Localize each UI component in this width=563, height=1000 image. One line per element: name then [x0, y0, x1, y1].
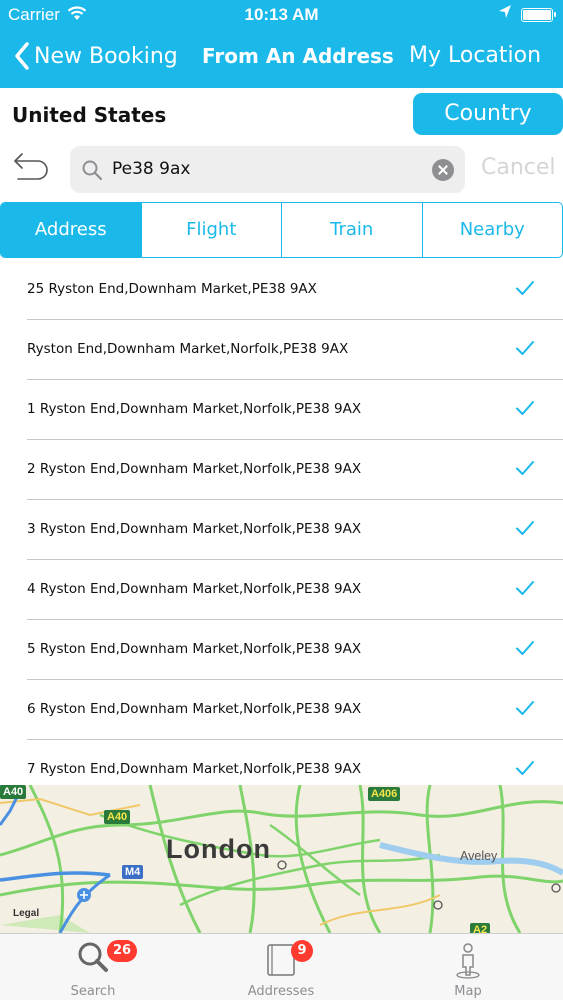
clear-search-icon[interactable] — [432, 159, 454, 181]
list-item-label: 7 Ryston End,Downham Market,Norfolk,PE38… — [27, 761, 362, 777]
road-label: A40 — [104, 810, 131, 824]
list-item[interactable]: 4 Ryston End,Downham Market,Norfolk,PE38… — [27, 560, 563, 620]
tab-nearby[interactable]: Nearby — [421, 203, 563, 257]
checkmark-icon — [515, 640, 535, 660]
list-item-label: 4 Ryston End,Downham Market,Norfolk,PE38… — [27, 581, 362, 597]
list-item[interactable]: 25 Ryston End,Downham Market,PE38 9AX — [27, 260, 563, 320]
nav-title[interactable]: From An Address — [202, 44, 394, 68]
list-item[interactable]: 5 Ryston End,Downham Market,Norfolk,PE38… — [27, 620, 563, 680]
road-label: A406 — [368, 787, 401, 801]
chevron-left-icon — [15, 42, 29, 70]
undo-icon[interactable] — [12, 151, 50, 189]
list-item[interactable]: 3 Ryston End,Downham Market,Norfolk,PE38… — [27, 500, 563, 560]
list-item-label: Ryston End,Downham Market,Norfolk,PE38 9… — [27, 341, 349, 357]
tab-bar-map[interactable]: Map — [398, 934, 538, 1000]
status-time: 10:13 AM — [244, 5, 319, 24]
checkmark-icon — [515, 520, 535, 540]
road-label: A40 — [0, 785, 27, 799]
checkmark-icon — [515, 460, 535, 480]
location-arrow-icon — [498, 4, 512, 25]
list-item[interactable]: 6 Ryston End,Downham Market,Norfolk,PE38… — [27, 680, 563, 740]
country-button[interactable]: Country — [413, 93, 563, 135]
list-item-label: 6 Ryston End,Downham Market,Norfolk,PE38… — [27, 701, 362, 717]
list-item[interactable]: 1 Ryston End,Downham Market,Norfolk,PE38… — [27, 380, 563, 440]
list-item-label: 1 Ryston End,Downham Market,Norfolk,PE38… — [27, 401, 362, 417]
country-label: United States — [12, 103, 167, 127]
back-button[interactable]: New Booking — [14, 42, 178, 70]
search-icon — [76, 940, 110, 978]
map-legal-link[interactable]: Legal — [13, 908, 39, 919]
road-label: A2 — [470, 923, 491, 933]
road-label: M4 — [122, 865, 144, 879]
tab-flight[interactable]: Flight — [140, 203, 282, 257]
tab-bar-addresses[interactable]: 9 Addresses — [211, 934, 351, 1000]
checkmark-icon — [515, 760, 535, 780]
checkmark-icon — [515, 340, 535, 360]
nav-bar: New Booking From An Address My Location — [0, 30, 563, 88]
search-input-value[interactable]: Pe38 9ax — [112, 159, 190, 179]
checkmark-icon — [515, 400, 535, 420]
list-item-label: 5 Ryston End,Downham Market,Norfolk,PE38… — [27, 641, 362, 657]
tab-bar-addresses-label: Addresses — [247, 984, 315, 999]
battery-icon — [521, 8, 556, 22]
list-item[interactable]: 7 Ryston End,Downham Market,Norfolk,PE38… — [27, 740, 563, 785]
list-item-label: 25 Ryston End,Downham Market,PE38 9AX — [27, 281, 317, 297]
tab-address[interactable]: Address — [1, 203, 141, 257]
list-item[interactable]: 2 Ryston End,Downham Market,Norfolk,PE38… — [27, 440, 563, 500]
search-icon — [81, 159, 103, 185]
search-field[interactable]: Pe38 9ax — [70, 146, 465, 193]
status-bar: Carrier 10:13 AM — [0, 0, 563, 30]
list-item-label: 3 Ryston End,Downham Market,Norfolk,PE38… — [27, 521, 362, 537]
checkmark-icon — [515, 280, 535, 300]
checkmark-icon — [515, 700, 535, 720]
tab-bar-search[interactable]: 26 Search — [23, 934, 163, 1000]
addresses-badge: 9 — [291, 940, 313, 962]
my-location-button[interactable]: My Location — [409, 43, 541, 68]
checkmark-icon — [515, 580, 535, 600]
top-bar: Carrier 10:13 AM New Booking From An Add… — [0, 0, 563, 88]
map-town-label: Aveley — [460, 849, 498, 863]
map-view[interactable]: A40 A40 A406 M4 A2 London Aveley Legal — [0, 785, 563, 933]
list-item[interactable]: Ryston End,Downham Market,Norfolk,PE38 9… — [27, 320, 563, 380]
address-results-list: 25 Ryston End,Downham Market,PE38 9AX Ry… — [0, 260, 563, 785]
tab-train[interactable]: Train — [281, 203, 422, 257]
back-button-label: New Booking — [34, 43, 178, 69]
map-pin-person-icon — [453, 942, 483, 984]
map-city-label: London — [166, 834, 271, 864]
tab-bar-map-label: Map — [454, 984, 482, 999]
tab-bar-search-label: Search — [70, 984, 116, 999]
search-badge: 26 — [107, 940, 138, 962]
source-tabs: Address Flight Train Nearby — [0, 202, 563, 258]
cancel-button[interactable]: Cancel — [481, 155, 556, 180]
tab-bar: 26 Search 9 Addresses Map — [0, 933, 563, 1000]
list-item-label: 2 Ryston End,Downham Market,Norfolk,PE38… — [27, 461, 362, 477]
